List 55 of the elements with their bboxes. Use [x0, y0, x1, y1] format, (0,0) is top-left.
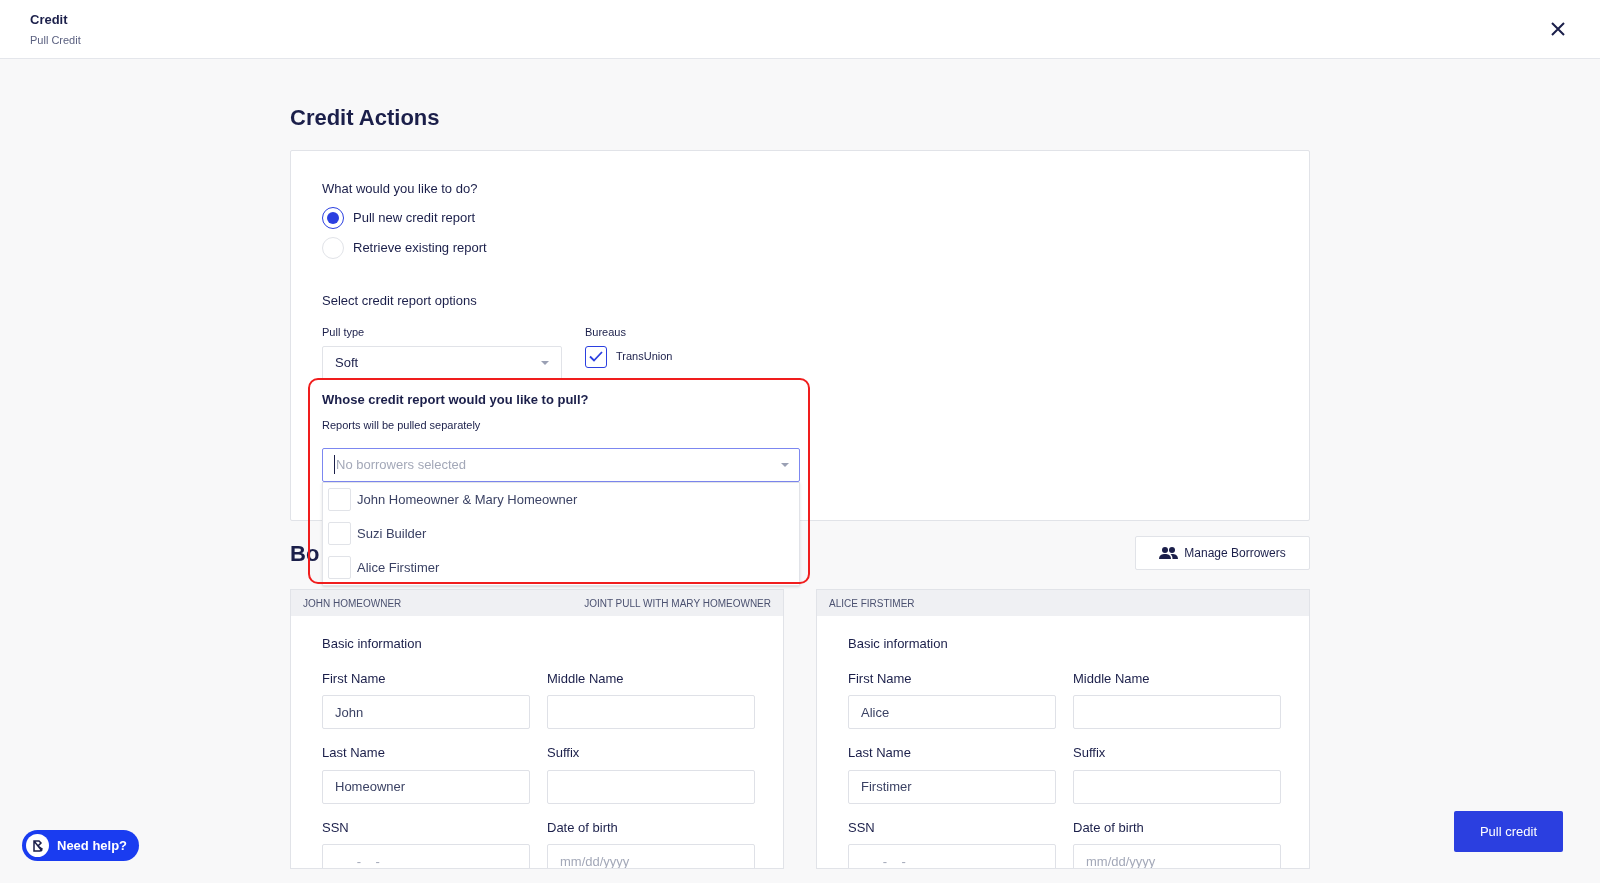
field-label: SSN	[322, 818, 350, 837]
input-field[interactable]: ___-__-____	[848, 844, 1056, 868]
field-label: First Name	[848, 669, 913, 688]
manage-borrowers-button[interactable]: Manage Borrowers	[1135, 536, 1310, 570]
field-label: Date of birth	[547, 818, 619, 837]
input-field[interactable]	[1073, 695, 1281, 729]
help-button[interactable]: Need help?	[22, 830, 140, 861]
input-field[interactable]	[547, 695, 755, 729]
section-label: Basic information	[848, 635, 949, 653]
people-icon	[1159, 547, 1179, 559]
field-label: First Name	[322, 669, 387, 688]
input-field[interactable]: mm/dd/yyyy	[1073, 844, 1281, 868]
caret-icon	[541, 360, 549, 365]
dropdown-option[interactable]: Alice Firstimer	[323, 550, 799, 585]
dropdown-option[interactable]: John Homeowner & Mary Homeowner	[323, 482, 799, 517]
joint-pull-note: JOINT PULL WITH MARY HOMEOWNER	[584, 596, 771, 611]
page-title: Credit	[30, 10, 69, 29]
field-label: Suffix	[1073, 744, 1107, 762]
pull-credit-button[interactable]: Pull credit	[1454, 811, 1563, 852]
field-label: Date of birth	[1073, 818, 1145, 837]
borrower-name: ALICE FIRSTIMER	[829, 596, 915, 611]
input-field[interactable]: Alice	[848, 695, 1056, 729]
checkbox[interactable]	[585, 345, 607, 368]
borrower-name: JOHN HOMEOWNER	[303, 596, 402, 611]
page-subtitle: Pull Credit	[30, 33, 81, 48]
field-label: Middle Name	[1073, 669, 1151, 688]
input-field[interactable]: Homeowner	[322, 769, 530, 804]
logo-icon	[26, 834, 49, 857]
field-label: Bureaus	[585, 325, 627, 340]
field-label: Suffix	[547, 744, 581, 762]
pull-type-select[interactable]: Soft	[322, 345, 562, 380]
section-title: Credit Actions	[290, 104, 441, 132]
field-label: Pull type	[322, 325, 366, 340]
radio-option[interactable]: Retrieve existing report	[322, 232, 487, 263]
field-label: Last Name	[848, 744, 912, 762]
input-field[interactable]: mm/dd/yyyy	[547, 844, 755, 868]
field-label: SSN	[848, 818, 876, 837]
dropdown-option[interactable]: Suzi Builder	[323, 516, 799, 551]
caret-icon	[781, 462, 789, 467]
section-label: Basic information	[322, 635, 423, 653]
input-field[interactable]: John	[322, 695, 530, 729]
input-field[interactable]	[1073, 769, 1281, 804]
field-label: Middle Name	[547, 669, 625, 688]
options-heading: Select credit report options	[322, 291, 478, 310]
input-field[interactable]: ___-__-____	[322, 844, 530, 868]
helper-text: Reports will be pulled separately	[322, 418, 482, 433]
question-label: What would you like to do?	[322, 180, 479, 198]
close-icon	[1550, 21, 1566, 37]
checkbox-label: TransUnion	[616, 349, 673, 365]
input-field[interactable]	[547, 769, 755, 804]
check-icon	[589, 351, 603, 362]
radio-option[interactable]: Pull new credit report	[322, 202, 476, 233]
input-field[interactable]: Firstimer	[848, 769, 1056, 804]
question-label: Whose credit report would you like to pull?	[322, 390, 590, 409]
field-label: Last Name	[322, 744, 386, 762]
